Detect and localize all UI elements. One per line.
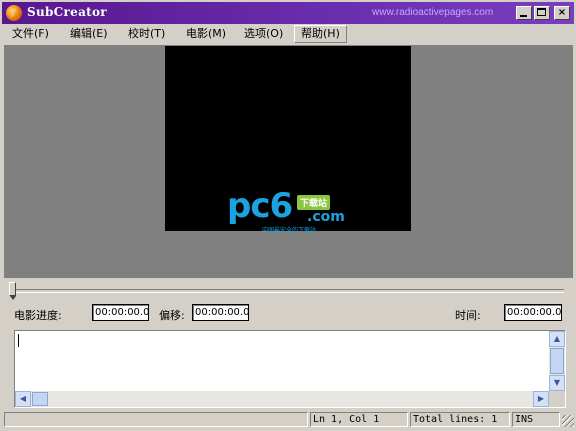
logo-domain: .com xyxy=(307,209,345,225)
title-bar[interactable]: SubCreator www.radioactivepages.com × xyxy=(2,2,574,24)
maximize-icon xyxy=(537,8,546,16)
scroll-up-icon: ▲ xyxy=(553,334,561,343)
status-bar: Ln 1, Col 1 Total lines: 1 INS xyxy=(0,410,576,429)
status-total-lines: Total lines: 1 xyxy=(410,412,510,427)
status-cursor-position: Ln 1, Col 1 xyxy=(310,412,408,427)
offset-field[interactable]: 00:00:00.0 xyxy=(192,304,249,321)
vertical-scroll-thumb[interactable] xyxy=(550,348,564,374)
logo-subtitle: 中国最安全的下载站 xyxy=(262,227,317,234)
scroll-right-button[interactable]: ▶ xyxy=(533,391,549,407)
menu-timing[interactable]: 校时(T) xyxy=(122,26,171,42)
scroll-left-button[interactable]: ◀ xyxy=(15,391,31,407)
menu-bar: 文件(F) 编辑(E) 校时(T) 电影(M) 选项(O) 帮助(H) xyxy=(2,25,574,43)
movie-progress-thumb[interactable] xyxy=(9,282,16,300)
scroll-down-icon: ▼ xyxy=(553,378,561,387)
menu-file[interactable]: 文件(F) xyxy=(6,26,55,42)
logo-main: pc6 xyxy=(227,186,293,226)
scroll-up-button[interactable]: ▲ xyxy=(549,331,565,347)
menu-help[interactable]: 帮助(H) xyxy=(294,25,347,43)
subcreator-window: SubCreator www.radioactivepages.com × 文件… xyxy=(0,0,576,431)
scrollbar-corner xyxy=(549,391,565,407)
status-empty xyxy=(4,412,308,427)
time-label: 时间: xyxy=(455,309,481,322)
minimize-icon xyxy=(520,15,527,17)
resize-grip-icon[interactable] xyxy=(562,415,574,427)
app-icon[interactable] xyxy=(6,5,22,21)
vertical-scrollbar[interactable]: ▲ ▼ xyxy=(549,331,565,391)
scroll-down-button[interactable]: ▼ xyxy=(549,375,565,391)
close-button[interactable]: × xyxy=(554,6,570,20)
menu-movie[interactable]: 电影(M) xyxy=(180,26,232,42)
scroll-left-icon: ◀ xyxy=(19,394,27,403)
watermark-logo: pc6 下载站 .com 中国最安全的下载站 xyxy=(227,186,357,234)
scroll-right-icon: ▶ xyxy=(537,394,545,403)
window-title: SubCreator xyxy=(27,5,107,19)
time-field[interactable]: 00:00:00.0 xyxy=(504,304,562,321)
video-panel: pc6 下载站 .com 中国最安全的下载站 xyxy=(4,45,573,278)
menu-edit[interactable]: 编辑(E) xyxy=(64,26,114,42)
title-url: www.radioactivepages.com xyxy=(372,7,494,18)
logo-tag: 下载站 xyxy=(297,195,331,210)
subtitle-editor[interactable]: ▲ ▼ ◀ ▶ xyxy=(14,330,566,408)
maximize-button[interactable] xyxy=(534,6,550,20)
progress-field[interactable]: 00:00:00.0 xyxy=(92,304,149,321)
minimize-button[interactable] xyxy=(516,6,532,20)
close-icon: × xyxy=(557,7,567,18)
video-screen[interactable]: pc6 下载站 .com 中国最安全的下载站 xyxy=(165,46,411,234)
progress-label: 电影进度: xyxy=(14,309,62,322)
menu-options[interactable]: 选项(O) xyxy=(238,26,289,42)
text-caret xyxy=(18,334,19,347)
offset-label: 偏移: xyxy=(159,309,185,322)
status-insert-mode: INS xyxy=(512,412,560,427)
horizontal-scrollbar[interactable]: ◀ ▶ xyxy=(15,391,549,407)
horizontal-scroll-thumb[interactable] xyxy=(32,392,48,406)
movie-progress-track[interactable] xyxy=(12,289,564,293)
